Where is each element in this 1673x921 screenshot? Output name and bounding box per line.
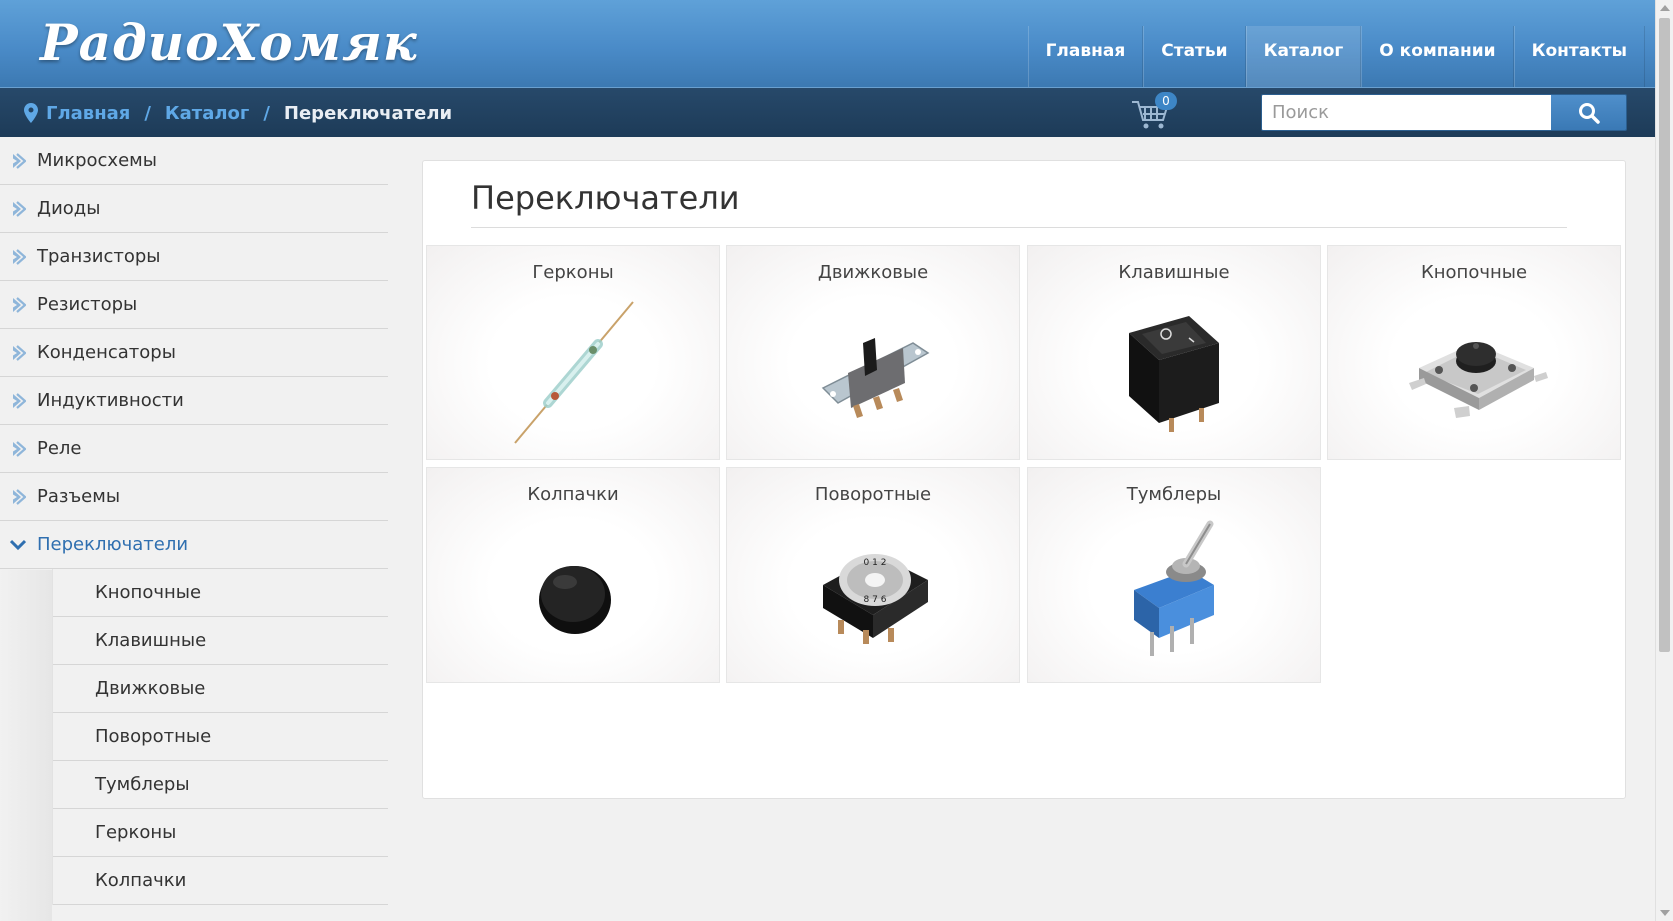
main-nav: Главная Статьи Каталог О компании Контак… xyxy=(1027,26,1645,87)
breadcrumb: Главная / Каталог / Переключатели xyxy=(24,88,452,138)
sidebar-item-label: Переключатели xyxy=(37,534,189,555)
sidebar-item-microchips[interactable]: Микросхемы xyxy=(0,137,388,185)
chevron-right-icon xyxy=(13,344,26,361)
sidebar-item-capacitors[interactable]: Конденсаторы xyxy=(0,329,388,377)
tile-label: Тумблеры xyxy=(1126,484,1222,505)
tile-label: Поворотные xyxy=(814,484,932,505)
breadcrumb-separator: / xyxy=(144,102,151,124)
chevron-right-icon xyxy=(13,392,26,409)
category-tile-caps[interactable]: Колпачки xyxy=(426,467,720,683)
sidebar-item-inductors[interactable]: Индуктивности xyxy=(0,377,388,425)
breadcrumb-separator: / xyxy=(263,102,270,124)
button-cap-image xyxy=(539,566,611,634)
rocker-switch-image xyxy=(1129,316,1219,432)
subcategory-list: Кнопочные Клавишные Движковые Поворотные… xyxy=(52,569,388,905)
subcategory-item[interactable]: Колпачки xyxy=(53,857,388,905)
tactile-button-image xyxy=(1409,342,1548,418)
breadcrumb-home[interactable]: Главная xyxy=(46,103,130,124)
chevron-right-icon xyxy=(13,200,26,217)
scroll-down-arrow-icon[interactable] xyxy=(1660,910,1670,916)
nav-contacts[interactable]: Контакты xyxy=(1513,26,1645,87)
sidebar-item-label: Конденсаторы xyxy=(37,342,176,363)
chevron-right-icon xyxy=(13,248,26,265)
category-tile-reed[interactable]: Герконы xyxy=(426,245,720,460)
search-icon xyxy=(1578,102,1600,124)
tile-label: Кнопочные xyxy=(1420,262,1528,283)
site-logo[interactable]: РадиоХомяк xyxy=(40,8,418,78)
subcategory-item[interactable]: Клавишные xyxy=(53,617,388,665)
title-divider xyxy=(471,227,1567,228)
category-tile-rotary[interactable]: Поворотные 0 1 2 8 7 6 xyxy=(726,467,1020,683)
sidebar-item-relays[interactable]: Реле xyxy=(0,425,388,473)
chevron-down-icon xyxy=(10,539,26,550)
catalog-panel: Переключатели Герконы Движковые Клавишны… xyxy=(422,160,1626,799)
rotary-switch-image: 0 1 2 8 7 6 xyxy=(823,554,928,644)
svg-text:0 1 2: 0 1 2 xyxy=(864,558,887,568)
page-title: Переключатели xyxy=(471,179,740,217)
chevron-right-icon xyxy=(13,296,26,313)
nav-articles[interactable]: Статьи xyxy=(1143,26,1246,87)
subcategory-item[interactable]: Кнопочные xyxy=(53,569,388,617)
sidebar-item-resistors[interactable]: Резисторы xyxy=(0,281,388,329)
sidebar-item-label: Реле xyxy=(37,438,82,459)
category-tile-toggle[interactable]: Тумблеры xyxy=(1027,467,1321,683)
reed-switch-image xyxy=(514,301,634,444)
cart-count-badge: 0 xyxy=(1155,92,1177,110)
search-form xyxy=(1261,94,1627,131)
sidebar-item-switches[interactable]: Переключатели xyxy=(0,521,388,569)
nav-home[interactable]: Главная xyxy=(1027,26,1144,87)
toggle-switch-image xyxy=(1134,520,1214,656)
breadcrumb-catalog[interactable]: Каталог xyxy=(165,103,249,124)
subcategory-item[interactable]: Движковые xyxy=(53,665,388,713)
chevron-right-icon xyxy=(13,488,26,505)
slide-switch-image xyxy=(821,338,930,418)
tile-label: Колпачки xyxy=(527,484,619,505)
chevron-right-icon xyxy=(13,440,26,457)
breadcrumb-current: Переключатели xyxy=(283,102,453,124)
sidebar-item-label: Диоды xyxy=(37,198,101,219)
sidebar-item-label: Резисторы xyxy=(37,294,138,315)
subcategory-item[interactable]: Поворотные xyxy=(53,713,388,761)
svg-text:8 7 6: 8 7 6 xyxy=(864,595,887,605)
sidebar-item-diodes[interactable]: Диоды xyxy=(0,185,388,233)
sidebar-item-transistors[interactable]: Транзисторы xyxy=(0,233,388,281)
scroll-up-arrow-icon[interactable] xyxy=(1660,5,1670,11)
chevron-right-icon xyxy=(13,152,26,169)
category-tile-rocker[interactable]: Клавишные xyxy=(1027,245,1321,460)
page-scrollbar[interactable] xyxy=(1655,0,1673,921)
sidebar-item-label: Транзисторы xyxy=(37,246,161,267)
nav-about[interactable]: О компании xyxy=(1361,26,1514,87)
scrollbar-thumb[interactable] xyxy=(1659,18,1670,652)
breadcrumb-bar: Главная / Каталог / Переключатели 0 xyxy=(0,87,1655,137)
category-sidebar: Микросхемы Диоды Транзисторы Резисторы К… xyxy=(0,137,388,905)
sidebar-item-label: Микросхемы xyxy=(37,150,157,171)
tile-label: Клавишные xyxy=(1118,262,1230,283)
sidebar-item-label: Индуктивности xyxy=(37,390,184,411)
category-tile-slide[interactable]: Движковые xyxy=(726,245,1020,460)
nav-catalog[interactable]: Каталог xyxy=(1245,26,1362,87)
site-header: РадиоХомяк Главная Статьи Каталог О комп… xyxy=(0,0,1655,87)
location-pin-icon xyxy=(24,103,38,123)
category-tile-tactile[interactable]: Кнопочные xyxy=(1327,245,1621,460)
sidebar-item-label: Разъемы xyxy=(37,486,121,507)
search-button[interactable] xyxy=(1551,95,1626,130)
tile-label: Движковые xyxy=(817,262,929,283)
search-input[interactable] xyxy=(1262,95,1552,130)
tile-label: Герконы xyxy=(532,262,614,283)
subcategory-item[interactable]: Тумблеры xyxy=(53,761,388,809)
subcategory-item[interactable]: Герконы xyxy=(53,809,388,857)
sidebar-item-connectors[interactable]: Разъемы xyxy=(0,473,388,521)
